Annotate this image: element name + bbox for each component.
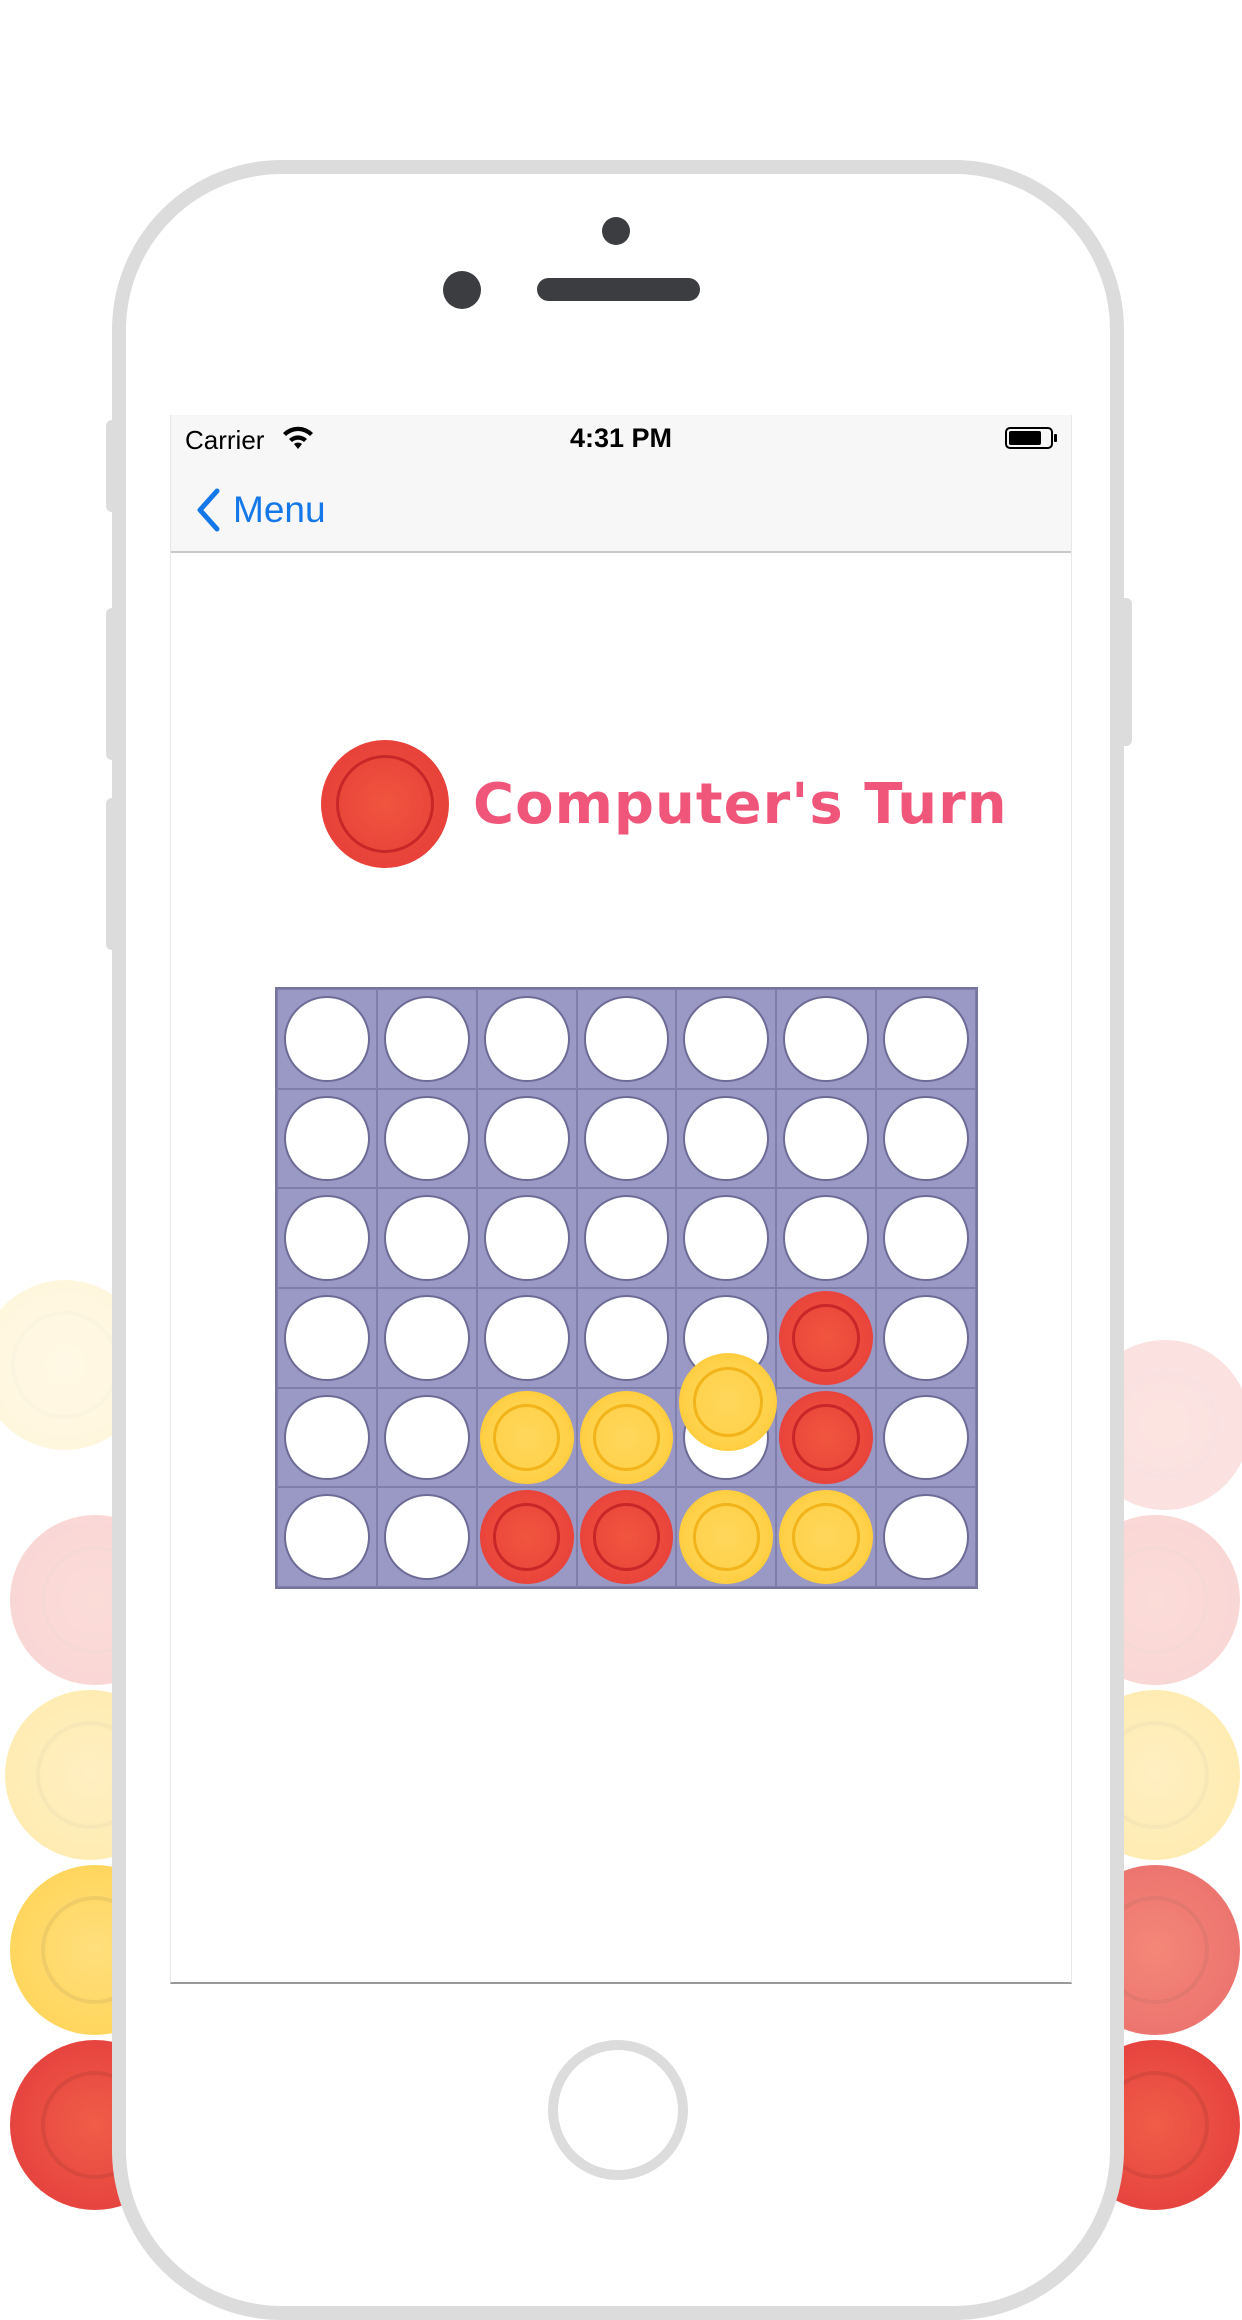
board-hole: [383, 1494, 470, 1580]
board-hole: [883, 1294, 969, 1381]
status-time: 4:31 PM: [569, 423, 673, 453]
board-cell[interactable]: [576, 989, 677, 1089]
board-hole: [483, 1095, 570, 1182]
board-cell[interactable]: [277, 1188, 377, 1288]
board-cell[interactable]: [376, 1387, 477, 1488]
board-cell[interactable]: [277, 1487, 377, 1587]
board-cell[interactable]: [476, 1487, 577, 1587]
board-hole: [383, 1294, 470, 1381]
board-cell[interactable]: [376, 1487, 477, 1587]
board-hole: [583, 1095, 670, 1182]
board-hole: [783, 1095, 870, 1182]
board-hole: [483, 1294, 570, 1381]
board-hole: [683, 996, 770, 1082]
yellow-piece: [579, 1390, 674, 1485]
board-hole: [783, 996, 870, 1082]
back-button-label: Menu: [233, 489, 326, 530]
board-cell[interactable]: [776, 1487, 877, 1587]
navigation-bar: Menu: [171, 465, 1071, 553]
board-hole: [883, 1494, 969, 1580]
board-hole: [284, 1394, 370, 1481]
board-cell[interactable]: [576, 1188, 677, 1288]
board-cell[interactable]: [876, 1088, 976, 1189]
board-hole: [383, 1394, 470, 1481]
board-hole: [883, 1095, 969, 1182]
red-piece: [579, 1490, 674, 1584]
board-cell[interactable]: [376, 1287, 477, 1388]
board-hole: [284, 1494, 370, 1580]
board-hole: [583, 996, 670, 1082]
board-cell[interactable]: [876, 1287, 976, 1388]
chevron-left-icon: [197, 488, 220, 532]
home-button[interactable]: [548, 2040, 688, 2180]
board-cell[interactable]: [476, 1088, 577, 1189]
status-bar: Carrier 4:31 PM: [171, 415, 1071, 465]
board-cell[interactable]: [776, 1287, 877, 1388]
board-cell[interactable]: [277, 1387, 377, 1488]
board-cell[interactable]: [576, 1487, 677, 1587]
board-cell[interactable]: [676, 1487, 777, 1587]
red-piece: [779, 1390, 874, 1485]
board-cell[interactable]: [476, 989, 577, 1089]
board-hole: [683, 1195, 770, 1281]
board-cell[interactable]: [376, 1188, 477, 1288]
board-hole: [284, 1294, 370, 1381]
board-cell[interactable]: [876, 989, 976, 1089]
board-cell[interactable]: [676, 1188, 777, 1288]
earpiece-speaker: [537, 278, 700, 301]
board-cell[interactable]: [376, 1088, 477, 1189]
turn-status-text: Computer's Turn: [473, 772, 1008, 837]
board-hole: [483, 996, 570, 1082]
board-hole: [783, 1195, 870, 1281]
board-cell[interactable]: [676, 989, 777, 1089]
board-hole: [883, 1394, 969, 1481]
board-hole: [883, 1195, 969, 1281]
board-cell[interactable]: [476, 1387, 577, 1488]
turn-indicator-chip: [321, 740, 449, 868]
board-cell[interactable]: [277, 989, 377, 1089]
board-hole: [683, 1095, 770, 1182]
red-piece: [479, 1490, 574, 1584]
board-hole: [583, 1294, 670, 1381]
board-cell[interactable]: [876, 1387, 976, 1488]
board-cell[interactable]: [776, 1088, 877, 1189]
red-piece: [779, 1290, 874, 1385]
board-cell[interactable]: [476, 1287, 577, 1388]
board-cell[interactable]: [776, 1387, 877, 1488]
board-cell[interactable]: [277, 1088, 377, 1189]
board-hole: [383, 996, 470, 1082]
board-cell[interactable]: [776, 989, 877, 1089]
board-cell[interactable]: [476, 1188, 577, 1288]
front-sensor-icon: [443, 271, 481, 309]
board-hole: [284, 996, 370, 1082]
board-cell[interactable]: [876, 1188, 976, 1288]
board-cell[interactable]: [676, 1088, 777, 1189]
board-cell[interactable]: [576, 1287, 677, 1388]
board-hole: [284, 1095, 370, 1182]
board-cell[interactable]: [876, 1487, 976, 1587]
yellow-piece: [679, 1490, 774, 1584]
board-hole: [383, 1095, 470, 1182]
board-hole: [284, 1195, 370, 1281]
board-hole: [883, 996, 969, 1082]
board-hole: [383, 1195, 470, 1281]
board-cell[interactable]: [576, 1387, 677, 1488]
yellow-piece: [479, 1390, 574, 1485]
board-cell[interactable]: [376, 989, 477, 1089]
yellow-piece: [779, 1490, 874, 1584]
app-screen: Carrier 4:31 PM Menu Computer's Turn: [170, 415, 1072, 1984]
board-cell[interactable]: [576, 1088, 677, 1189]
board-hole: [583, 1195, 670, 1281]
game-board[interactable]: [275, 987, 978, 1589]
back-button[interactable]: Menu: [195, 485, 326, 535]
battery-icon: [1005, 427, 1057, 449]
board-cell[interactable]: [776, 1188, 877, 1288]
dropping-piece-yellow: [679, 1353, 777, 1451]
board-hole: [483, 1195, 570, 1281]
front-camera-icon: [602, 217, 630, 245]
board-cell[interactable]: [277, 1287, 377, 1388]
